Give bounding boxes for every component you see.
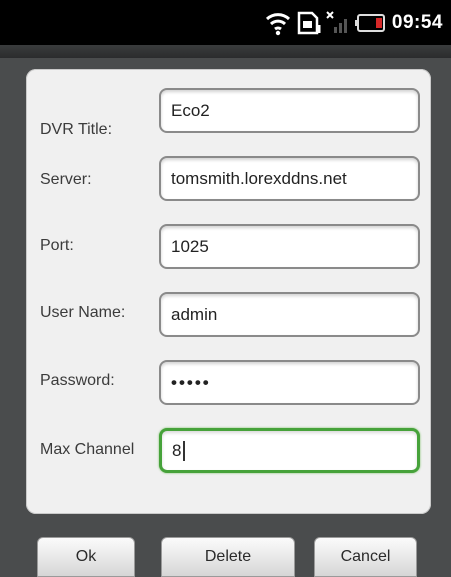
port-label: Port: <box>40 237 74 254</box>
signal-icon <box>326 10 347 33</box>
dvr-title-label: DVR Title: <box>40 121 113 138</box>
server-label: Server: <box>40 171 92 188</box>
max-channel-label: Max Channel <box>40 441 135 458</box>
user-name-label: User Name: <box>40 304 126 321</box>
dialog-title-strip <box>0 45 451 58</box>
port-value: 1025 <box>171 236 209 256</box>
max-channel-value: 8 <box>172 440 182 460</box>
dvr-title-value: Eco2 <box>171 100 210 120</box>
server-field[interactable]: tomsmith.lorexddns.net <box>159 156 420 201</box>
sd-card-icon <box>297 11 321 34</box>
user-name-value: admin <box>171 304 218 324</box>
status-icons: 09:54 <box>264 0 451 45</box>
text-cursor <box>183 440 186 461</box>
max-channel-field[interactable]: 8 <box>159 428 420 473</box>
cancel-button[interactable]: Cancel <box>314 537 417 577</box>
ok-button[interactable]: Ok <box>37 537 135 577</box>
status-time: 09:54 <box>391 11 443 33</box>
password-label: Password: <box>40 372 115 389</box>
user-name-field[interactable]: admin <box>159 292 420 337</box>
dvr-title-field[interactable]: Eco2 <box>159 88 420 133</box>
password-field[interactable]: ••••• <box>159 360 420 405</box>
wifi-icon <box>265 12 290 35</box>
status-bar: 09:54 <box>0 0 451 46</box>
battery-icon <box>354 13 385 32</box>
port-field[interactable]: 1025 <box>159 224 420 269</box>
delete-button[interactable]: Delete <box>161 537 295 577</box>
server-value: tomsmith.lorexddns.net <box>171 168 347 188</box>
password-value: ••••• <box>171 372 211 392</box>
